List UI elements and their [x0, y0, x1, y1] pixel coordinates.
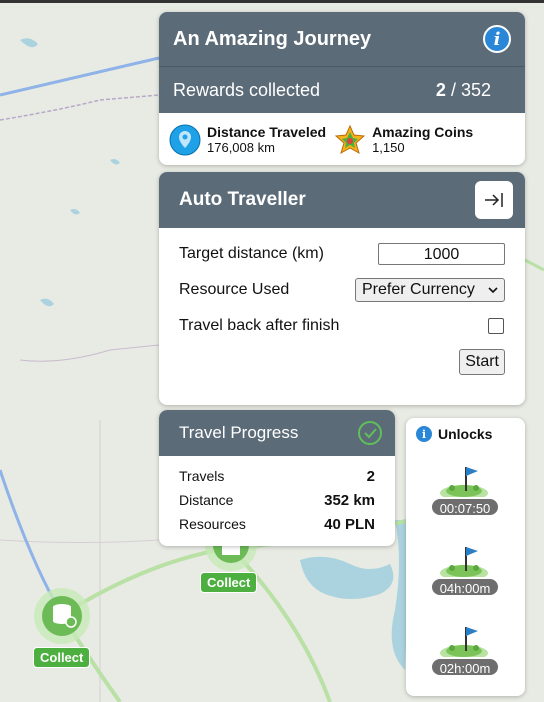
journey-title: An Amazing Journey — [173, 27, 372, 50]
travel-back-label: Travel back after finish — [179, 317, 340, 334]
rewards-total: 352 — [460, 79, 491, 100]
rewards-label: Rewards collected — [173, 79, 321, 100]
distance-value: 176,008 km — [207, 140, 275, 155]
travel-progress-card: Travel Progress Travels 2 Distance 352 k… — [159, 410, 395, 546]
map-pin-icon — [169, 124, 201, 155]
unlock-item[interactable]: 02h:00m — [406, 623, 525, 683]
travel-back-row: Travel back after finish — [179, 308, 505, 344]
auto-traveller-card: Auto Traveller Target distance (km) 1000… — [159, 172, 525, 405]
rewards-count: 2 / 352 — [435, 79, 491, 100]
progress-value: 40 PLN — [324, 515, 375, 533]
resource-select-value: Prefer Currency — [362, 281, 475, 298]
unlocks-header: i Unlocks — [406, 418, 525, 450]
collect-label[interactable]: Collect — [200, 572, 258, 593]
target-distance-label: Target distance (km) — [179, 245, 324, 262]
info-icon[interactable]: i — [416, 426, 432, 442]
unlock-item[interactable]: 00:07:50 — [406, 463, 525, 523]
progress-row-resources: Resources 40 PLN — [159, 512, 395, 536]
progress-label: Distance — [179, 492, 234, 508]
start-row: Start — [179, 344, 505, 380]
info-icon[interactable]: i — [483, 25, 511, 53]
auto-traveller-form: Target distance (km) 1000 Resource Used … — [159, 228, 525, 380]
travel-progress-title: Travel Progress — [179, 423, 299, 442]
target-distance-input[interactable]: 1000 — [378, 243, 505, 265]
coins-stat: Amazing Coins 1,150 — [334, 124, 473, 156]
star-coin-icon — [334, 124, 366, 154]
journey-stats: Distance Traveled 176,008 km Amazing Coi… — [159, 113, 525, 165]
rewards-row: Rewards collected 2 / 352 — [159, 66, 525, 113]
travel-back-checkbox[interactable] — [488, 318, 504, 334]
collect-label[interactable]: Collect — [33, 647, 91, 668]
coins-label: Amazing Coins — [372, 124, 474, 140]
unlocks-title: Unlocks — [438, 426, 493, 442]
distance-stat: Distance Traveled 176,008 km — [169, 124, 326, 156]
unlock-timer: 04h:00m — [430, 577, 500, 597]
travel-progress-body: Travels 2 Distance 352 km Resources 40 P… — [159, 456, 395, 536]
travel-progress-header: Travel Progress — [159, 410, 395, 456]
progress-value: 2 — [366, 467, 375, 485]
progress-row-travels: Travels 2 — [159, 464, 395, 488]
progress-row-distance: Distance 352 km — [159, 488, 395, 512]
distance-label: Distance Traveled — [207, 124, 327, 140]
auto-traveller-title: Auto Traveller — [179, 189, 306, 210]
coins-value: 1,150 — [372, 140, 405, 155]
target-distance-row: Target distance (km) 1000 — [179, 236, 505, 272]
collapse-button[interactable] — [475, 181, 513, 219]
check-circle-icon — [358, 421, 382, 445]
arrow-to-right-icon — [485, 193, 503, 207]
resource-label: Resource Used — [179, 281, 290, 298]
unlocks-card: i Unlocks 00:07:50 04h:00m 02h:00m — [406, 418, 525, 696]
start-button[interactable]: Start — [459, 349, 505, 375]
rewards-collected: 2 — [435, 79, 446, 100]
journey-header: An Amazing Journey i — [159, 12, 525, 66]
resource-row: Resource Used Prefer Currency — [179, 272, 505, 308]
journey-card: An Amazing Journey i Rewards collected 2… — [159, 12, 525, 165]
progress-value: 352 km — [324, 491, 375, 509]
chevron-down-icon — [488, 287, 498, 294]
unlock-item[interactable]: 04h:00m — [406, 543, 525, 603]
progress-label: Resources — [179, 516, 246, 532]
unlock-timer: 02h:00m — [430, 657, 500, 677]
auto-traveller-header: Auto Traveller — [159, 172, 525, 228]
resource-select[interactable]: Prefer Currency — [355, 278, 505, 302]
progress-label: Travels — [179, 468, 225, 484]
unlock-timer: 00:07:50 — [430, 497, 500, 517]
